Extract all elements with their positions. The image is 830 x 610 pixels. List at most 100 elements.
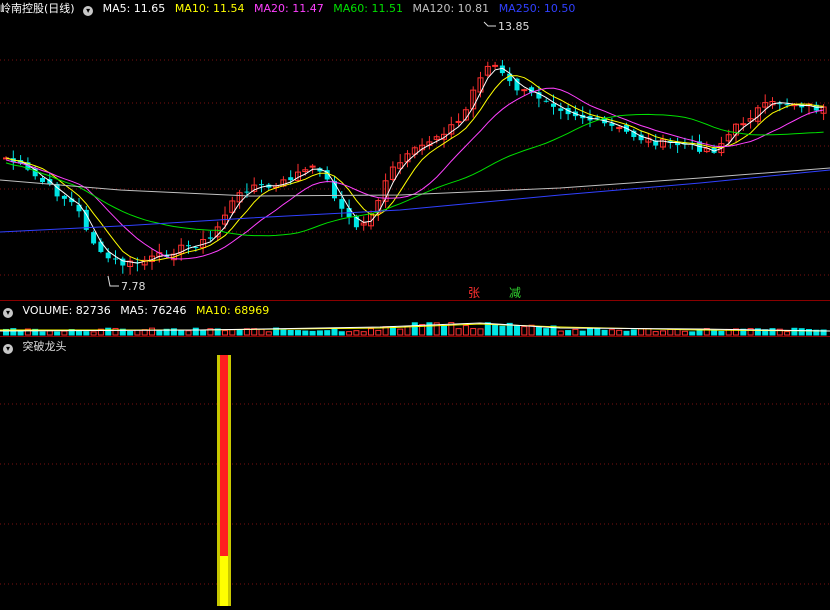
volume-bar xyxy=(492,323,499,336)
volume-bar xyxy=(587,327,593,336)
volume-bar xyxy=(39,331,46,336)
candle-down xyxy=(113,258,118,260)
ma10-label: MA10: 11.54 xyxy=(174,2,245,15)
event-marker-jian[interactable]: 减 xyxy=(509,286,521,300)
volume-bar xyxy=(178,329,185,336)
candle-up xyxy=(521,89,528,92)
volume-bar xyxy=(156,330,163,336)
vol-ma5-label: MA5: 76246 xyxy=(120,304,187,317)
volume-bar xyxy=(572,328,579,336)
ma60-line xyxy=(5,113,824,237)
volume-bar xyxy=(638,328,645,336)
volume-bar xyxy=(579,330,586,336)
ma120-label: MA120: 10.81 xyxy=(412,2,490,15)
volume-bar xyxy=(784,331,791,336)
ma250-label: MA250: 10.50 xyxy=(498,2,576,15)
volume-bar xyxy=(338,331,345,336)
volume-bar xyxy=(280,329,287,336)
volume-bar xyxy=(331,328,338,336)
price-chart[interactable]: 13.85 7.78 张 减 xyxy=(0,0,830,300)
candle-down xyxy=(514,78,520,91)
volume-bar xyxy=(229,329,236,336)
event-marker-zhang[interactable]: 张 xyxy=(468,286,480,300)
candle-down xyxy=(105,252,111,259)
candle-down xyxy=(288,177,294,181)
chevron-down-icon[interactable]: ▾ xyxy=(3,344,13,354)
volume-bar xyxy=(302,330,309,336)
candle-down xyxy=(40,177,45,183)
volume-bar xyxy=(17,330,24,336)
candle-down xyxy=(259,184,264,186)
signal-bar-yellow xyxy=(220,556,228,606)
candle-up xyxy=(309,165,316,168)
volume-bar xyxy=(543,328,550,336)
high-price-label: 13.85 xyxy=(498,20,530,33)
low-pointer xyxy=(107,275,119,287)
ma10-line xyxy=(5,75,824,262)
volume-bar xyxy=(185,330,192,336)
ma250-line xyxy=(0,169,830,233)
volume-bar xyxy=(353,330,360,336)
ma60-label: MA60: 11.51 xyxy=(333,2,403,15)
candle-down xyxy=(83,209,89,230)
volume-bar xyxy=(557,330,564,336)
indicator-chart[interactable] xyxy=(0,338,830,610)
volume-bar xyxy=(368,328,374,336)
volume-bar xyxy=(623,330,630,336)
indicator-panel[interactable]: ▾ 突破龙头 xyxy=(0,338,830,610)
volume-bar xyxy=(674,328,681,336)
volume-bar xyxy=(149,327,155,336)
volume-bar xyxy=(346,331,353,336)
volume-bar xyxy=(645,328,652,336)
volume-bar xyxy=(236,329,243,336)
volume-bar xyxy=(265,331,272,336)
volume-bar xyxy=(61,330,68,336)
indicator-title: 突破龙头 xyxy=(22,340,67,353)
vol-ma10-label: MA10: 68969 xyxy=(195,304,270,317)
volume-bar xyxy=(54,331,61,336)
volume-bar xyxy=(608,329,615,336)
volume-panel[interactable]: ▾ VOLUME: 82736 MA5: 76246 MA10: 68969 xyxy=(0,302,830,336)
volume-bar xyxy=(630,329,637,336)
volume-bar xyxy=(46,330,53,336)
volume-bar xyxy=(470,328,477,336)
volume-bar xyxy=(477,328,484,336)
price-panel[interactable]: 13.85 7.78 张 减 岭南控股(日线) ▾ MA5: 11.65 MA10: … xyxy=(0,0,830,300)
low-price-label: 7.78 xyxy=(121,280,146,293)
chevron-down-icon[interactable]: ▾ xyxy=(3,308,13,318)
chevron-down-icon[interactable]: ▾ xyxy=(83,6,94,16)
volume-bar xyxy=(660,330,666,336)
volume-bar xyxy=(689,331,696,336)
panel-divider[interactable] xyxy=(0,336,830,337)
volume-bar xyxy=(222,330,228,336)
volume-bar xyxy=(411,322,418,336)
volume-bar xyxy=(309,330,316,336)
stock-title: 岭南控股(日线) xyxy=(0,2,75,15)
volume-bar xyxy=(375,329,382,336)
volume-bar xyxy=(76,330,82,336)
panel-divider[interactable] xyxy=(0,300,830,301)
volume-bar xyxy=(316,330,323,336)
candle-down xyxy=(594,117,600,119)
price-legend: 岭南控股(日线) ▾ MA5: 11.65 MA10: 11.54 MA20: … xyxy=(0,0,581,18)
high-pointer xyxy=(483,21,496,27)
volume-bar xyxy=(200,330,207,336)
candle-down xyxy=(784,104,790,106)
volume-bar xyxy=(397,328,404,336)
candle-down xyxy=(207,237,213,239)
volume-bar xyxy=(295,330,301,336)
candle-down xyxy=(186,245,191,247)
volume-bar xyxy=(601,329,608,336)
candle-up xyxy=(455,120,462,123)
candle-down xyxy=(551,103,556,107)
volume-bar xyxy=(798,328,805,336)
indicator-legend: ▾ 突破龙头 xyxy=(0,338,73,356)
ma20-line xyxy=(5,87,824,260)
volume-bar xyxy=(105,327,112,336)
volume-bar xyxy=(441,325,447,336)
candle-down xyxy=(543,100,549,102)
volume-bar xyxy=(404,325,411,336)
volume-bar xyxy=(565,330,572,336)
volume-bar xyxy=(535,326,542,336)
volume-bar xyxy=(521,326,528,336)
